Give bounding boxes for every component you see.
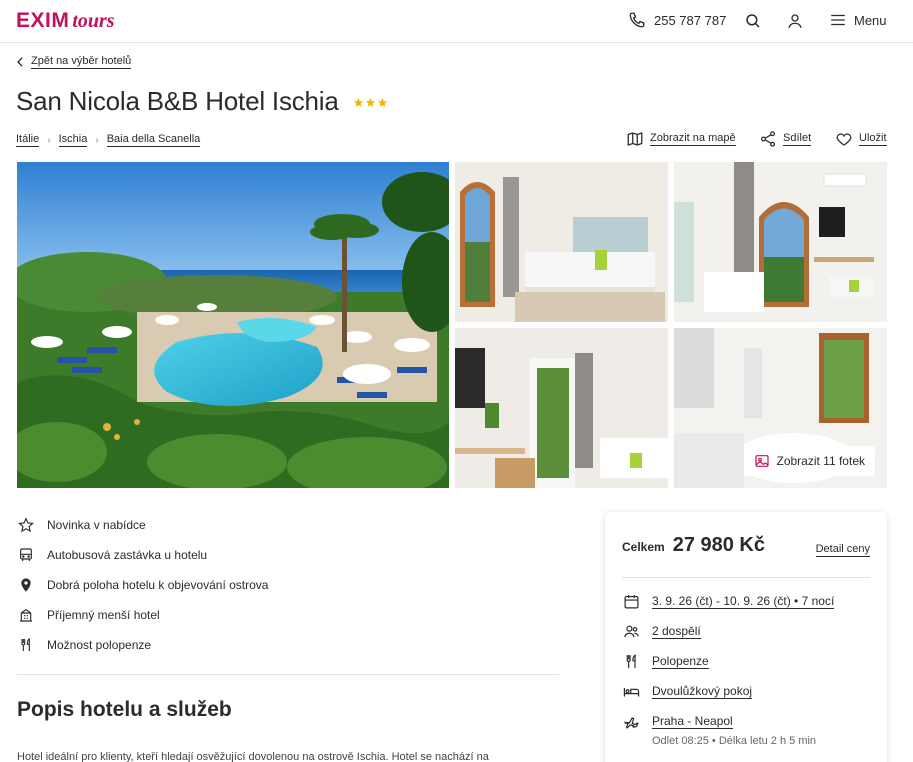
board-value: Polopenze [652,653,709,669]
building-icon [17,607,34,624]
bus-icon [17,547,34,564]
location-pin-icon [17,577,34,594]
section-divider [17,674,559,675]
hamburger-icon [831,14,845,26]
cutlery-icon [17,637,34,654]
share-icon [760,131,776,147]
phone-icon [629,12,645,28]
photo-room-2[interactable] [674,162,887,322]
star-icon [17,517,34,534]
share-label: Sdílet [783,132,812,146]
menu-label: Menu [854,12,887,28]
image-gallery-icon [754,455,769,467]
bedroom-image [455,162,668,322]
room-selector[interactable]: Dvoulůžkový pokoj [622,682,753,700]
search-icon [746,14,760,28]
total-price: Celkem 27 980 Kč [622,534,765,557]
star-filled-icon [377,97,387,107]
price-detail-link[interactable]: Detail ceny [815,543,870,557]
dates-selector[interactable]: 3. 9. 26 (čt) - 10. 9. 26 (čt) • 7 nocí [622,592,835,610]
feature-item: Novinka v nabídce [17,510,268,540]
bedroom-view-image [674,162,887,322]
flight-details: Odlet 08:25 • Délka letu 2 h 5 min [652,735,817,747]
hotel-name: San Nicola B&B Hotel Ischia [16,86,339,116]
heart-icon [836,133,852,146]
breadcrumb-island[interactable]: Ischia [58,133,88,147]
board-selector[interactable]: Polopenze [622,652,709,670]
main-photo-pool[interactable] [17,162,449,488]
chevron-right-icon: › [47,134,51,146]
chevron-right-icon: › [95,134,99,146]
hotel-features-list: Novinka v nabídce Autobusová zastávka u … [17,510,268,660]
photo-room-3[interactable] [455,328,668,488]
feature-item: Autobusová zastávka u hotelu [17,540,268,570]
users-icon [622,622,640,640]
total-price-value: 27 980 Kč [672,534,765,556]
photo-gallery: Zobrazit 11 fotek [17,162,887,488]
feature-item: Dobrá poloha hotelu k objevování ostrova [17,570,268,600]
feature-label: Autobusová zastávka u hotelu [47,548,208,562]
user-account-button[interactable] [785,11,805,31]
description-heading: Popis hotelu a služeb [17,698,232,721]
logo-italic-text: tours [72,10,115,32]
breadcrumb-area[interactable]: Baia della Scanella [106,133,201,147]
photo-room-1[interactable] [455,162,668,322]
site-header: EXIM tours 255 787 787 Menu [0,0,913,43]
price-summary-card: Celkem 27 980 Kč Detail ceny 3. 9. 26 (č… [605,512,887,762]
phone-number: 255 787 787 [654,12,727,28]
logo-main-text: EXIM [16,9,70,32]
star-filled-icon [353,97,363,107]
dates-value: 3. 9. 26 (čt) - 10. 9. 26 (čt) • 7 nocí [652,593,835,609]
star-filled-icon [365,97,375,107]
description-text: Hotel ideální pro klienty, kteří hledají… [17,751,489,762]
pool-landscape-image [17,162,449,488]
feature-item: Možnost polopenze [17,630,268,660]
bed-icon [622,682,640,700]
chevron-left-icon [17,57,23,67]
total-label: Celkem [622,540,665,554]
phone-link[interactable]: 255 787 787 [628,11,726,29]
travelers-selector[interactable]: 2 dospělí [622,622,701,640]
room-desk-image [455,328,668,488]
calendar-icon [622,592,640,610]
show-on-map-button[interactable]: Zobrazit na mapě [626,130,736,148]
map-icon [627,132,643,146]
back-to-hotels-link[interactable]: Zpět na výběr hotelů [16,55,132,69]
map-label: Zobrazit na mapě [650,132,736,146]
travelers-value: 2 dospělí [652,623,701,639]
room-value: Dvoulůžkový pokoj [652,683,753,699]
show-all-photos-label: Zobrazit 11 fotek [776,454,866,468]
flight-value: Praha - Neapol [652,713,733,729]
flight-selector[interactable]: Praha - Neapol [622,712,733,730]
search-button[interactable] [743,11,763,31]
cutlery-icon [622,652,640,670]
save-favorite-button[interactable]: Uložit [835,130,887,148]
breadcrumb-country[interactable]: Itálie [16,133,40,147]
share-button[interactable]: Sdílet [759,130,812,148]
breadcrumb: Itálie › Ischia › Baia della Scanella [16,133,201,147]
airplane-icon [622,712,640,730]
hotel-stars [353,97,388,108]
feature-label: Dobrá poloha hotelu k objevování ostrova [47,578,269,592]
feature-label: Novinka v nabídce [47,518,146,532]
feature-item: Příjemný menší hotel [17,600,268,630]
feature-label: Možnost polopenze [47,638,152,652]
card-divider [622,577,870,578]
save-label: Uložit [859,132,887,146]
show-all-photos-button[interactable]: Zobrazit 11 fotek [743,446,875,476]
photo-bathroom[interactable]: Zobrazit 11 fotek [674,328,887,488]
hotel-title-row: San Nicola B&B Hotel Ischia [16,86,388,117]
feature-label: Příjemný menší hotel [47,608,160,622]
user-icon [788,14,802,28]
exim-tours-logo[interactable]: EXIM tours [16,9,115,33]
menu-button[interactable]: Menu [829,11,887,29]
back-link-label: Zpět na výběr hotelů [31,55,132,69]
